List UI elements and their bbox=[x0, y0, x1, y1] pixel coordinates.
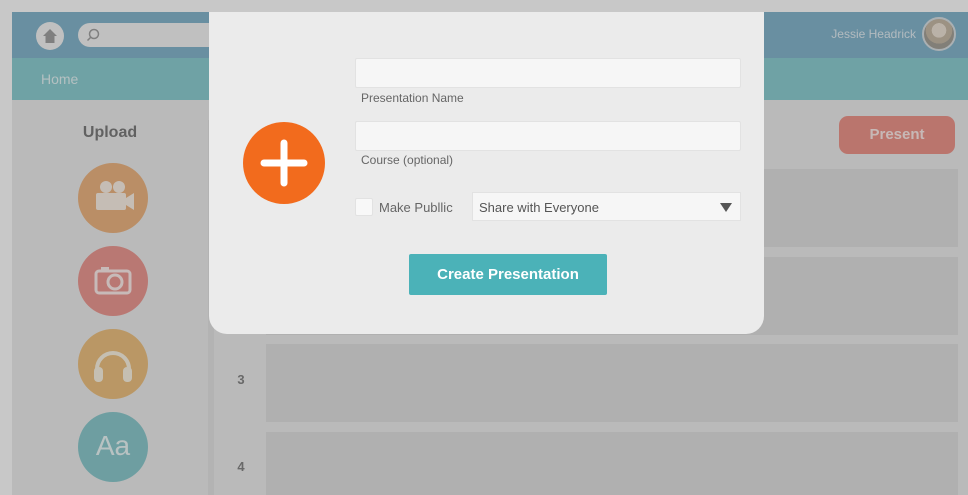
course-label: Course (optional) bbox=[361, 153, 454, 167]
dropdown-arrow-icon bbox=[720, 203, 732, 212]
share-selected-value: Share with Everyone bbox=[479, 200, 599, 215]
presentation-name-label: Presentation Name bbox=[361, 91, 464, 105]
plus-icon bbox=[260, 139, 308, 187]
presentation-name-input[interactable] bbox=[355, 58, 741, 88]
create-presentation-modal: Presentation Name Course (optional) Make… bbox=[209, 12, 764, 334]
make-public-label[interactable]: Make Publlic bbox=[379, 200, 453, 215]
course-input[interactable] bbox=[355, 121, 741, 151]
make-public-checkbox[interactable] bbox=[355, 198, 373, 216]
add-presentation-badge bbox=[243, 122, 325, 204]
share-select[interactable]: Share with Everyone bbox=[472, 192, 741, 221]
create-presentation-button[interactable]: Create Presentation bbox=[409, 254, 607, 295]
